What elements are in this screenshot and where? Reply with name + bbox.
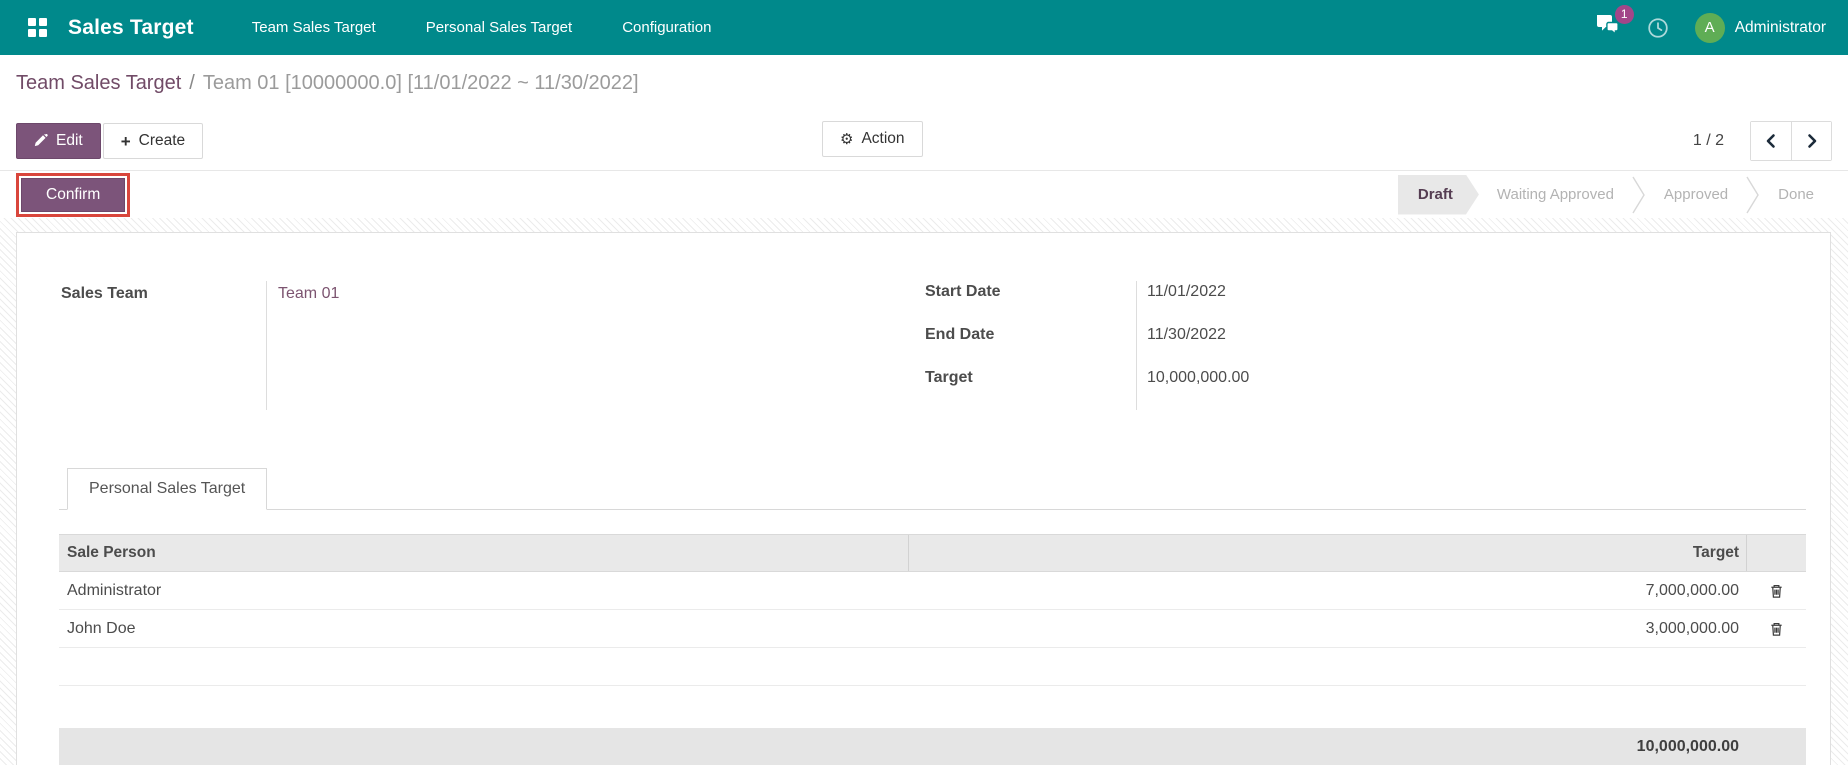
control-buttons-row: Edit + Create ⚙ Action 1 / 2 xyxy=(16,112,1832,170)
action-button-label: Action xyxy=(861,130,905,147)
user-menu[interactable]: A Administrator xyxy=(1694,12,1826,43)
delete-row-button[interactable] xyxy=(1769,621,1784,637)
stage-separator-chevron-icon xyxy=(1746,175,1760,215)
confirm-highlight-box: Confirm xyxy=(16,172,131,217)
menu-personal-sales-target[interactable]: Personal Sales Target xyxy=(424,1,574,54)
trash-icon xyxy=(1770,622,1782,636)
stage-done[interactable]: Done xyxy=(1760,175,1832,215)
table-row[interactable]: Administrator 7,000,000.00 xyxy=(59,572,1806,610)
status-stages: Draft Waiting Approved Approved Done xyxy=(1398,175,1832,215)
menu-team-sales-target[interactable]: Team Sales Target xyxy=(250,1,378,54)
field-group-left: Sales Team Team 01 xyxy=(59,281,925,410)
target-value[interactable]: 10,000,000.00 xyxy=(1147,367,1249,389)
clock-icon xyxy=(1648,17,1668,38)
create-button[interactable]: + Create xyxy=(102,123,204,159)
breadcrumb-separator: / xyxy=(189,72,195,94)
end-date-label: End Date xyxy=(925,326,995,343)
personal-sales-target-table: Sale Person Target Administrator 7,000,0… xyxy=(59,534,1806,765)
action-button[interactable]: ⚙ Action xyxy=(822,121,923,157)
edit-button-label: Edit xyxy=(56,132,83,149)
end-date-value[interactable]: 11/30/2022 xyxy=(1147,324,1226,346)
navbar-right: 1 A Administrator xyxy=(1595,5,1826,43)
breadcrumb-parent-link[interactable]: Team Sales Target xyxy=(16,72,181,95)
navbar-menu: Team Sales Target Personal Sales Target … xyxy=(250,1,714,54)
pager: 1 / 2 xyxy=(1693,121,1832,161)
trash-icon xyxy=(1770,584,1782,598)
table-row[interactable]: John Doe 3,000,000.00 xyxy=(59,610,1806,648)
target-cell[interactable]: 7,000,000.00 xyxy=(908,582,1746,600)
confirm-button[interactable]: Confirm xyxy=(21,177,126,212)
delete-row-button[interactable] xyxy=(1769,583,1784,599)
pager-count: 1 / 2 xyxy=(1692,132,1724,149)
pager-previous-button[interactable] xyxy=(1751,122,1791,160)
user-name: Administrator xyxy=(1734,18,1826,36)
column-header-actions xyxy=(1746,535,1806,571)
sales-team-value-link[interactable]: Team 01 xyxy=(278,281,339,307)
plus-icon: + xyxy=(120,131,131,151)
top-navbar: Sales Target Team Sales Target Personal … xyxy=(0,0,1848,55)
breadcrumb-current: Team 01 [10000000.0] [11/01/2022 ~ 11/30… xyxy=(202,72,639,94)
start-date-label: Start Date xyxy=(925,283,1001,300)
pager-next-button[interactable] xyxy=(1791,122,1831,160)
table-total-row: 10,000,000.00 xyxy=(59,728,1806,765)
messages-button[interactable]: 1 xyxy=(1595,5,1634,41)
app-title[interactable]: Sales Target xyxy=(68,16,194,40)
form-sheet: Sales Team Team 01 Start Date End Date T… xyxy=(16,232,1831,765)
create-button-label: Create xyxy=(138,132,186,149)
control-panel: Team Sales Target / Team 01 [10000000.0]… xyxy=(0,55,1848,170)
stage-separator-chevron-icon xyxy=(1632,175,1646,215)
activities-button[interactable] xyxy=(1647,17,1669,39)
column-header-target[interactable]: Target xyxy=(908,535,1746,571)
edit-button[interactable]: Edit xyxy=(16,123,101,159)
statusbar: Confirm Draft Waiting Approved Approved … xyxy=(0,170,1848,218)
stage-waiting-approved[interactable]: Waiting Approved xyxy=(1479,175,1632,215)
field-group-right: Start Date End Date Target 11/01/2022 11… xyxy=(925,281,1806,410)
chevron-left-icon xyxy=(1766,134,1775,148)
stage-draft[interactable]: Draft xyxy=(1398,175,1479,215)
start-date-value[interactable]: 11/01/2022 xyxy=(1147,281,1226,303)
tab-personal-sales-target[interactable]: Personal Sales Target xyxy=(67,468,268,510)
breadcrumb: Team Sales Target / Team 01 [10000000.0]… xyxy=(16,55,1832,112)
form-fields: Sales Team Team 01 Start Date End Date T… xyxy=(59,281,1806,410)
apps-menu-icon[interactable] xyxy=(20,11,54,45)
messages-count-badge: 1 xyxy=(1614,5,1634,24)
table-header-row: Sale Person Target xyxy=(59,534,1806,572)
table-total-value: 10,000,000.00 xyxy=(1636,738,1739,755)
column-header-sale-person[interactable]: Sale Person xyxy=(59,544,908,562)
sales-team-label: Sales Team xyxy=(61,285,148,302)
pencil-icon xyxy=(34,134,48,147)
chevron-right-icon xyxy=(1807,134,1816,148)
notebook-tabs: Personal Sales Target xyxy=(59,467,1806,510)
sale-person-cell[interactable]: John Doe xyxy=(59,620,908,638)
pager-buttons xyxy=(1750,121,1832,161)
grid-icon xyxy=(27,18,47,37)
stage-approved[interactable]: Approved xyxy=(1646,175,1746,215)
avatar: A xyxy=(1694,12,1725,43)
target-label: Target xyxy=(925,369,973,386)
form-view-background: Sales Team Team 01 Start Date End Date T… xyxy=(0,218,1848,765)
table-empty-row[interactable] xyxy=(59,648,1806,686)
gear-icon: ⚙ xyxy=(840,129,854,148)
sale-person-cell[interactable]: Administrator xyxy=(59,582,908,600)
menu-configuration[interactable]: Configuration xyxy=(620,1,713,54)
target-cell[interactable]: 3,000,000.00 xyxy=(908,620,1746,638)
